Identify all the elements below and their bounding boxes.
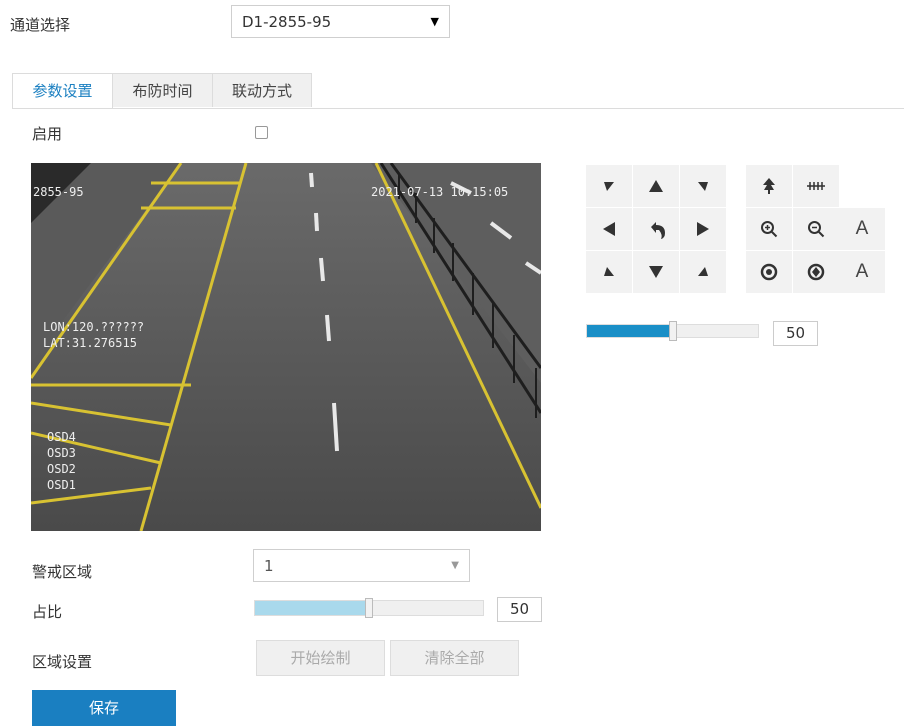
ratio-value[interactable]: 50 — [497, 597, 542, 622]
tab-linkage[interactable]: 联动方式 — [212, 73, 312, 107]
alert-zone-label: 警戒区域 — [32, 563, 93, 581]
zone-setting-label: 区域设置 — [32, 653, 93, 671]
focus-far-button[interactable] — [793, 251, 839, 293]
arrow-up-left-icon — [604, 182, 614, 191]
arrow-down-left-icon — [604, 267, 614, 276]
osd-lon: LON:120.?????? — [43, 320, 145, 334]
ptz-left-button[interactable] — [586, 208, 632, 250]
ptz-down-right-button[interactable] — [680, 251, 726, 293]
zoom-in-button[interactable] — [746, 208, 792, 250]
focus-near-icon — [760, 263, 778, 281]
osd-line: OSD1 — [47, 478, 76, 492]
zoom-out-icon — [808, 221, 825, 238]
preset-button[interactable] — [746, 165, 792, 207]
ptz-speed-fill — [587, 325, 673, 337]
ptz-panel — [586, 165, 842, 305]
iris-close-button[interactable]: A — [839, 251, 885, 293]
enable-checkbox[interactable] — [255, 126, 268, 139]
dropdown-caret-icon: ▼ — [430, 15, 439, 28]
ptz-speed-value[interactable]: 50 — [773, 321, 818, 346]
dropdown-caret-icon: ▼ — [451, 560, 459, 571]
alert-zone-select[interactable]: 1 ▼ — [253, 549, 470, 582]
return-icon — [651, 222, 665, 239]
focus-far-icon — [807, 263, 825, 281]
enable-label: 启用 — [32, 125, 63, 143]
ratio-fill — [255, 601, 369, 615]
ptz-down-left-button[interactable] — [586, 251, 632, 293]
video-preview[interactable]: 2855-95 2021-07-13 10:15:05 LON:120.????… — [31, 163, 541, 531]
channel-label: 通道选择 — [10, 16, 71, 34]
ratio-handle[interactable] — [365, 598, 373, 618]
osd-lat: LAT:31.276515 — [43, 336, 137, 350]
ptz-down-button[interactable] — [633, 251, 679, 293]
arrow-up-icon — [649, 180, 663, 192]
osd-timestamp: 2021-07-13 10:15:05 — [371, 185, 509, 199]
start-draw-button[interactable]: 开始绘制 — [256, 640, 385, 676]
clear-all-button[interactable]: 清除全部 — [390, 640, 519, 676]
ptz-speed-slider[interactable] — [586, 321, 759, 341]
tree-icon — [763, 178, 775, 194]
arrow-left-icon — [603, 222, 615, 236]
ptz-up-button[interactable] — [633, 165, 679, 207]
ptz-home-button[interactable] — [633, 208, 679, 250]
iris-open-button[interactable]: A — [839, 208, 885, 250]
arrow-right-icon — [697, 222, 709, 236]
text-a-icon: A — [855, 261, 869, 282]
arrow-down-icon — [649, 266, 663, 278]
scan-button[interactable] — [793, 165, 839, 207]
zoom-in-icon — [761, 221, 778, 238]
osd-line: OSD3 — [47, 446, 76, 460]
ptz-up-left-button[interactable] — [586, 165, 632, 207]
ptz-up-right-button[interactable] — [680, 165, 726, 207]
tab-params[interactable]: 参数设置 — [12, 73, 113, 108]
ratio-slider[interactable] — [254, 598, 484, 618]
osd-lines: OSD4 OSD3 OSD2 OSD1 — [47, 429, 76, 493]
arrow-down-right-icon — [698, 267, 708, 276]
osd-line: OSD2 — [47, 462, 76, 476]
alert-zone-value: 1 — [264, 556, 274, 575]
zoom-out-button[interactable] — [793, 208, 839, 250]
channel-select[interactable]: D1-2855-95 ▼ — [231, 5, 450, 38]
ptz-right-button[interactable] — [680, 208, 726, 250]
tab-arm-schedule[interactable]: 布防时间 — [112, 73, 213, 107]
channel-select-value: D1-2855-95 — [242, 12, 332, 31]
ratio-label: 占比 — [32, 603, 63, 621]
dots-icon — [807, 182, 825, 190]
tab-bar: 参数设置 布防时间 联动方式 — [12, 73, 904, 109]
text-a-icon: A — [855, 218, 869, 239]
osd-device-id: 2855-95 — [33, 185, 84, 199]
arrow-up-right-icon — [698, 182, 708, 191]
ptz-speed-handle[interactable] — [668, 321, 677, 341]
save-button[interactable]: 保存 — [32, 690, 176, 726]
focus-near-button[interactable] — [746, 251, 792, 293]
osd-line: OSD4 — [47, 430, 76, 444]
